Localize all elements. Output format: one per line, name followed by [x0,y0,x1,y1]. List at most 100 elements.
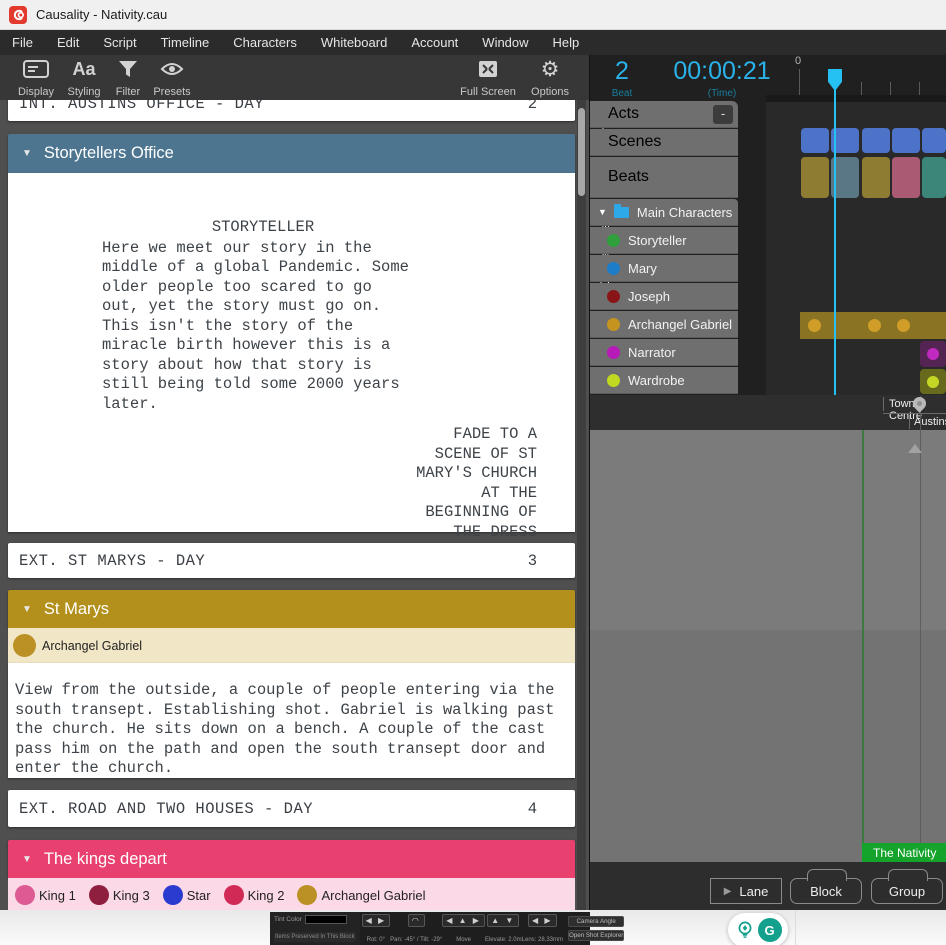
character-group-row[interactable]: ▼ Main Characters [590,199,738,226]
gabriel-track[interactable] [800,312,946,339]
character-timeline-block[interactable] [920,341,946,367]
display-button[interactable]: Display [12,58,60,98]
script-line: enter the church. [15,759,565,779]
menu-item[interactable]: Script [91,30,148,55]
filter-button[interactable]: Filter [110,58,146,98]
lane-button[interactable]: ▶ Lane [710,878,782,904]
character-color-dot [297,885,317,905]
section-header-storytellers-office[interactable]: ▼ Storytellers Office [8,134,575,173]
character-chip[interactable]: King 3 [89,885,150,905]
camera-action-button[interactable]: Open Shot Explorer [568,930,624,941]
tint-color-swatch[interactable] [305,915,347,924]
character-name: Narrator [628,345,676,360]
timeline-block[interactable] [922,128,946,153]
camera-control-label: Rot: 0° [367,937,385,943]
preserve-button[interactable]: Items Preserved In This Block [274,932,356,942]
script-line: out, yet the story must go on. [102,297,424,317]
time-counter: 00:00:21 [652,57,792,86]
scene-heading-card-3[interactable]: EXT. ST MARYS - DAY 3 [8,543,575,578]
filter-icon [118,58,138,80]
section-header-st-marys[interactable]: ▼ St Marys [8,590,575,628]
menu-item[interactable]: Account [399,30,470,55]
script-line: miracle birth however this is a [102,336,424,356]
scrollbar-thumb[interactable] [578,108,585,196]
block-button[interactable]: Block [790,878,862,904]
character-chip-bar: King 1 King 3 Star King 2 Archangel Gabr… [8,878,575,910]
camera-control-buttons[interactable]: ◠ [408,914,425,927]
menu-item[interactable]: Whiteboard [309,30,399,55]
timeline-block[interactable] [892,128,920,153]
camera-control-buttons[interactable]: ▲ ▼ [487,914,519,927]
character-row[interactable]: Narrator [590,339,738,366]
collapse-acts-button[interactable]: - [713,105,733,124]
timeline-block[interactable] [922,157,946,198]
scene-heading-card-4[interactable]: EXT. ROAD AND TWO HOUSES - DAY 4 [8,790,575,827]
camera-control-buttons[interactable]: ◀ ▲ ▶ [442,914,485,927]
character-timeline-block[interactable] [920,369,946,394]
character-row[interactable]: Joseph [590,283,738,310]
ruler-origin: 0 [795,55,801,67]
character-chip-label: Archangel Gabriel [321,888,425,903]
timeline-block[interactable] [801,128,829,153]
script-line: MARY'S CHURCH [8,464,537,484]
menu-item[interactable]: Window [470,30,540,55]
timeline-block[interactable] [801,157,829,198]
character-tag[interactable]: Archangel Gabriel [42,639,142,653]
grammarly-widget[interactable]: G [728,913,788,945]
character-row[interactable]: Storyteller [590,227,738,254]
toolbar: Display Aa Styling Filter Presets Full S… [0,55,590,100]
character-chip[interactable]: Archangel Gabriel [297,885,425,905]
scene-heading-card-2[interactable]: INT. AUSTINS OFFICE - DAY 2 [8,100,575,121]
menu-item[interactable]: File [0,30,45,55]
structure-row-scenes[interactable]: Scenes [590,129,738,156]
character-chip[interactable]: King 2 [224,885,285,905]
camera-control-groups: ◀ ▶ Rot: 0° ◠ Pan: -45° / Tilt: -29° ◀ ▲… [360,912,565,945]
options-button[interactable]: ⚙ Options [527,58,573,98]
whiteboard-green-guide [862,430,864,862]
transition-block[interactable]: FADE TO A SCENE OF ST MARY'S CHURCH AT T… [8,425,575,562]
character-chip[interactable]: King 1 [15,885,76,905]
styling-button[interactable]: Aa Styling [63,58,105,98]
structure-row-beats[interactable]: Beats [590,157,738,198]
character-color-dot [15,885,35,905]
camera-control-buttons[interactable]: ◀ ▶ [528,914,557,927]
timeline-block[interactable] [862,157,890,198]
timeline-block[interactable] [892,157,920,198]
character-row[interactable]: Wardrobe [590,367,738,394]
collapse-icon: ▼ [598,207,607,217]
tint-color-control[interactable]: Tint Color [274,915,356,924]
menu-item[interactable]: Help [541,30,592,55]
full-screen-button[interactable]: Full Screen [458,58,518,98]
script-line: story about how that story is [102,356,424,376]
camera-control-buttons[interactable]: ◀ ▶ [362,914,391,927]
nativity-block[interactable]: The Nativity [862,843,946,862]
menu-item[interactable]: Characters [221,30,309,55]
row-label: Acts [608,105,639,123]
menu-item[interactable]: Timeline [149,30,222,55]
camera-toolbar: Tint Color Items Preserved In This Block… [270,912,590,945]
lane-label-austins[interactable]: Austins [914,416,946,428]
playhead-handle[interactable] [828,69,842,91]
dialogue-block[interactable]: STORYTELLER Here we meet our story in th… [102,218,424,414]
action-block[interactable]: View from the outside, a couple of peopl… [8,663,575,779]
character-chip[interactable]: Star [163,885,211,905]
character-name: Joseph [628,289,670,304]
nativity-label: The Nativity [873,846,936,860]
presets-button[interactable]: Presets [149,58,195,98]
character-row[interactable]: Mary [590,255,738,282]
character-row[interactable]: Archangel Gabriel [590,311,738,338]
section-header-kings-depart[interactable]: ▼ The kings depart [8,840,575,878]
script-line: THE DRESS [8,523,537,543]
scene-number: 2 [528,100,537,113]
options-label: Options [531,86,569,98]
structure-row-acts[interactable]: Acts - [590,101,738,128]
group-button[interactable]: Group [871,878,943,904]
character-color-dot [607,318,620,331]
whiteboard-area[interactable] [590,430,946,862]
lane-button-label: Lane [739,884,768,899]
script-line: View from the outside, a couple of peopl… [15,681,565,701]
row-label: Scenes [608,133,661,151]
menu-item[interactable]: Edit [45,30,91,55]
camera-action-button[interactable]: Camera Angle [568,916,624,927]
timeline-block[interactable] [862,128,890,153]
